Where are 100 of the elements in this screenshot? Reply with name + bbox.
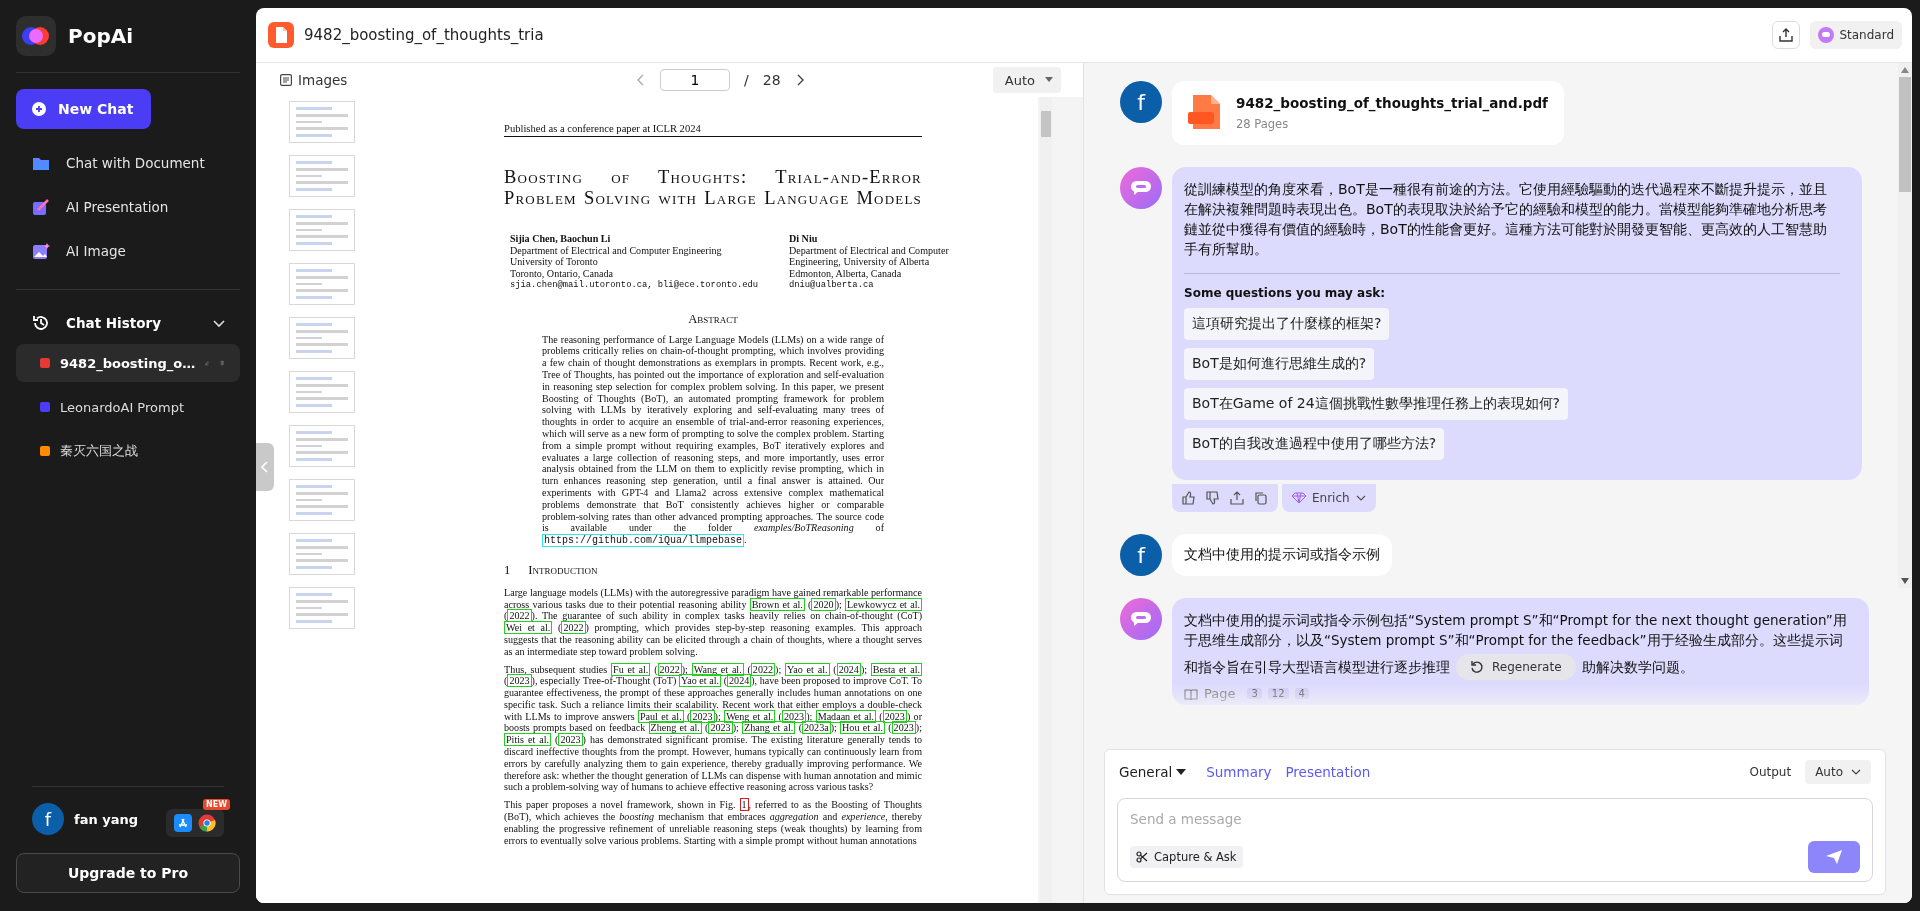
thumbs-up-icon[interactable]: [1182, 491, 1196, 505]
page-thumbnail[interactable]: [289, 263, 355, 305]
body-paragraph: Large language models (LLMs) with the autoregressive paradigm have gained remarkable performance across various tasks due to their potential reasoning ability Brown et al. ( 2020 ); Lewkowycz et al. ( 2022 ). The guarantee of such ability in complex tasks heavily relies on chain-of-thought (CoT) Wei et al. ( 2022 ) prompting, which provides step-by-step reasoning examples. This approach suggests that the reasoning ability can be elicited through a chain of thoughts, where a thought serves as an intermediate step toward problem solving.: [504, 586, 922, 658]
scroll-up-icon[interactable]: [1901, 67, 1909, 73]
quick-action-link[interactable]: Summary: [1206, 764, 1272, 780]
nav-item[interactable]: Chat with Document: [16, 141, 240, 185]
citation-link[interactable]: Madaan et al.: [815, 709, 876, 723]
file-page-count: 28 Pages: [1236, 117, 1290, 131]
citation-link[interactable]: Hou et al.: [840, 721, 885, 735]
capture-button[interactable]: Capture & Ask: [1130, 846, 1243, 868]
copy-icon[interactable]: [1254, 491, 1268, 505]
citation-link[interactable]: Yao et al.: [785, 662, 830, 676]
body-paragraph: This paper proposes a novel framework, shown in Fig. 1 , referred to as the Boosting of Thoughts (BoT), which achieves the boosting mechanism that embraces aggregation and experience, thereby enabling the progressive refinement of unreliable reasoning steps (weak thoughts) by learning from errors to eventually solve various problems. Starting with a simple prompt without human annotations: [504, 799, 922, 847]
regenerate-button[interactable]: Regenerate: [1456, 654, 1576, 680]
page-thumbnail[interactable]: [289, 371, 355, 413]
citation-link[interactable]: 2022: [561, 621, 586, 635]
chat-history-item[interactable]: LeonardoAI Prompt: [16, 388, 240, 426]
user-message: 文档中使用的提示词或指令示例: [1172, 534, 1392, 576]
caret-icon: [1045, 77, 1053, 83]
chevron-icon: [1355, 495, 1366, 501]
pen-board-icon: [32, 198, 50, 216]
new-chat-button[interactable]: New Chat: [16, 89, 152, 129]
page-number-field[interactable]: 1: [660, 69, 730, 91]
send-button[interactable]: [1808, 841, 1860, 873]
citation-link[interactable]: 2024: [836, 662, 861, 676]
citation-link[interactable]: 2020: [811, 597, 836, 611]
affiliation-line: University of Toronto: [510, 256, 599, 269]
page-thumbnail[interactable]: [289, 101, 355, 143]
citation-link[interactable]: Lewkowycz et al.: [845, 597, 922, 611]
suggested-question[interactable]: 這項研究提出了什麼樣的框架?: [1184, 308, 1390, 340]
citation-link[interactable]: 2023a: [802, 721, 831, 735]
page-thumbnail[interactable]: [289, 479, 355, 521]
abstract-paragraph: The reasoning performance of Large Language Models (LLMs) on a wide range of problems critically relies on chain-of-thought prompting, which involves providing a few chain of thought demonstrations as exemplars in prompts. Recent work, e.g., Tree of Thoughts, has pointed out the importance of exploration and self-evaluation in reasoning step selection for complex problem solving. In this paper, we present Boosting of Thoughts (BoT), an automated prompting framework for problem solving with LLMs by iteratively exploring and self-evaluating many trees of thoughts in order to acquire an ensemble of trial-and-error reasoning experiences, which will serve as a new form of prompting to solve the complex problem. Starting from a simple prompt without requiring examples, BoT iteratively explores and evaluates a large collection of reasoning steps, and more importantly, uses error analysis obtained from the LLM on them to explicitly revise prompting, which in turn enhances reasoning step generation, until a final answer is attained. Our experiments with GPT-4 and Llama2 across extensive complex mathematical problems demonstrate that BoT consistently achieves higher or comparable problem-solving rates than other advanced prompting approaches. The source code is available under the folder examples/BoTReasoning of https://github.com/iQua/llmpebase .: [542, 333, 884, 547]
citation-link[interactable]: 2024: [727, 674, 752, 688]
citation-link[interactable]: Fu et al.: [611, 662, 651, 676]
citation-link[interactable]: 2022: [657, 662, 682, 676]
app-store-icon[interactable]: [174, 814, 192, 832]
citation-link[interactable]: 2022: [750, 662, 776, 676]
export-button[interactable]: [1772, 21, 1801, 49]
citation-link[interactable]: Weng et al.: [724, 709, 776, 723]
images-toggle[interactable]: Images: [280, 72, 348, 88]
user-avatar: f: [1120, 534, 1162, 576]
nav-item[interactable]: AI Image: [16, 229, 240, 273]
author-email: sjia.chen@mail.utoronto.ca, bli@ece.toronto.edu: [510, 280, 760, 292]
scrollbar-thumb[interactable]: [1899, 77, 1911, 192]
message-input[interactable]: Send a message Capture & Ask: [1117, 798, 1873, 882]
chat-history-item[interactable]: 秦灭六国之战: [16, 432, 240, 470]
citation-link[interactable]: Brown et al.: [749, 597, 805, 611]
citation-link[interactable]: 2023: [891, 721, 916, 735]
collapse-handle[interactable]: [256, 443, 274, 491]
citation-link[interactable]: 2022: [507, 609, 532, 623]
running-header: Published as a conference paper at ICLR 2024: [504, 123, 922, 137]
citation-link[interactable]: 2023: [781, 709, 807, 723]
previous-page-icon[interactable]: [636, 74, 646, 86]
suggested-question[interactable]: BoT是如何進行思維生成的?: [1184, 348, 1375, 380]
thumbs-down-icon[interactable]: [1206, 491, 1220, 505]
diamond-icon: [1292, 492, 1306, 504]
nav-item[interactable]: AI Presentation: [16, 185, 240, 229]
file-card[interactable]: 9482_boosting_of_thoughts_trial_and.pdf 28 Pages: [1172, 81, 1564, 145]
scrollbar-track[interactable]: [1898, 63, 1912, 588]
mode-dropdown[interactable]: General: [1119, 764, 1187, 780]
scroll-down-icon[interactable]: [1901, 578, 1909, 584]
citation-link[interactable]: 2023: [708, 721, 733, 735]
scrollbar-track[interactable]: [1040, 97, 1052, 903]
share-icon[interactable]: [1230, 491, 1244, 505]
chat-history-item[interactable]: 9482_boosting_o…: [16, 344, 240, 382]
page-thumbnail[interactable]: [289, 425, 355, 467]
mode-selector[interactable]: Standard: [1810, 21, 1902, 49]
output-dropdown[interactable]: Auto: [1805, 760, 1871, 784]
citation-link[interactable]: Paul et al.: [637, 709, 684, 723]
suggested-question[interactable]: BoT的自我改進過程中使用了哪些方法?: [1184, 428, 1445, 460]
upgrade-button[interactable]: Upgrade to Pro: [16, 853, 240, 893]
citation-link[interactable]: Wang et al.: [691, 662, 744, 676]
apps-panel[interactable]: [166, 809, 224, 837]
citation-link[interactable]: 2023: [690, 709, 715, 723]
page-thumbnail[interactable]: [289, 533, 355, 575]
page-thumbnail[interactable]: [289, 155, 355, 197]
affiliation-line: Department of Electrical and Computer: [789, 244, 950, 257]
citation-link[interactable]: Zheng et al.: [648, 721, 702, 735]
suggested-question[interactable]: BoT在Game of 24這個挑戰性數學推理任務上的表現如何?: [1184, 388, 1569, 420]
figure-link[interactable]: 1: [739, 798, 749, 812]
page-thumbnail[interactable]: [289, 317, 355, 359]
answer-text: 從訓練模型的角度來看，BoT是一種很有前途的方法。它使用經驗驅動的迭代過程來不斷提升提示，並且在解決複雜問題時表現出色。BoT的表現取決於給予它的經驗和模型的能力。當模型能夠準確地分析思考鏈並從中獲得有價值的經驗時，BoT的性能會更好。這種方法可能對於開發更智能、更高效的人工智慧助手有所幫助。: [1184, 180, 1828, 259]
answer-text-line: 文档中使用的提示词或指令示例包括“System prompt S”和“Prompt for the next thought generation”用: [1184, 611, 1847, 630]
quick-action-link[interactable]: Presentation: [1285, 764, 1371, 780]
citation-link[interactable]: Zhang et al.: [742, 721, 796, 735]
page-thumbnail[interactable]: [289, 587, 355, 629]
citation-link[interactable]: Pitis et al.: [504, 733, 552, 747]
book-icon: [1184, 687, 1198, 700]
page-thumbnail[interactable]: [289, 209, 355, 251]
citation-link[interactable]: 2023: [558, 733, 583, 747]
chrome-icon[interactable]: [198, 814, 216, 832]
citation-link[interactable]: 2023: [507, 674, 532, 688]
enrich-dropdown[interactable]: Enrich: [1282, 484, 1376, 512]
citation-link[interactable]: 2023: [882, 709, 907, 723]
zoom-dropdown[interactable]: Auto: [992, 67, 1061, 93]
citation-link[interactable]: Wei et al.: [504, 621, 553, 635]
citation-link[interactable]: Besta et al.: [870, 662, 922, 676]
citation-link[interactable]: Yao et al.: [678, 674, 722, 688]
user-avatar: f: [32, 803, 64, 835]
